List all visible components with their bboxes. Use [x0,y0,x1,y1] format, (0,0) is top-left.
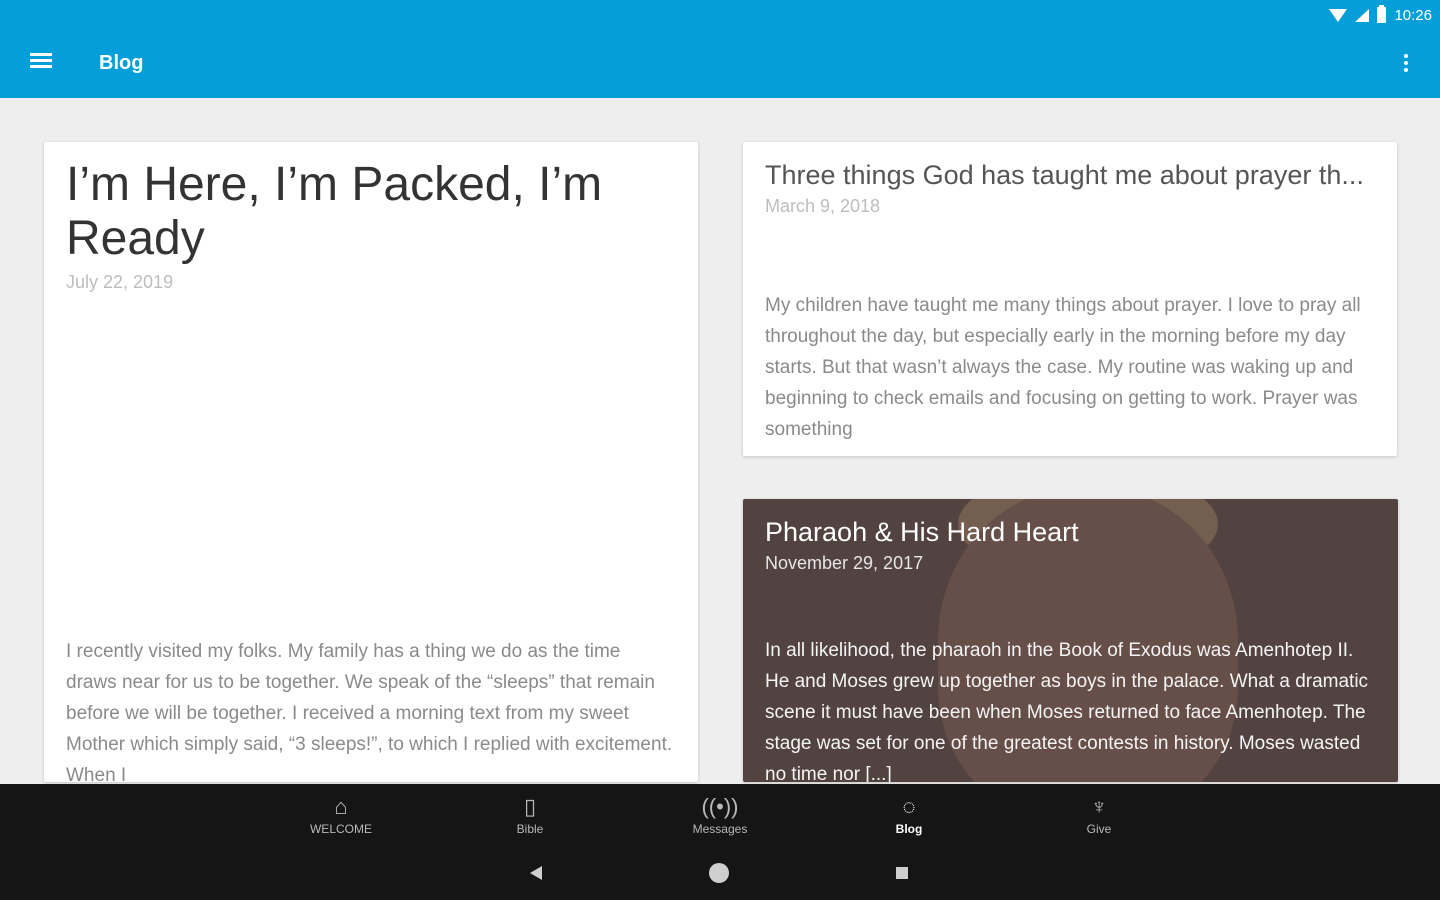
nav-label: Give [1086,822,1112,836]
post-excerpt: I recently visited my folks. My family h… [66,641,673,782]
post-title: Pharaoh & His Hard Heart [765,517,1079,547]
nav-item-messages[interactable]: ((•)) Messages [670,794,770,836]
nav-label: Blog [895,822,923,836]
signal-icon [1355,8,1370,22]
post-excerpt: My children have taught me many things a… [765,295,1361,440]
app-bar: 10:26 Blog [0,0,1440,98]
post-title: Three things God has taught me about pra… [765,160,1364,190]
post-date: July 22, 2019 [66,272,174,292]
post-card[interactable]: Pharaoh & His Hard Heart November 29, 20… [743,499,1398,782]
post-date: March 9, 2018 [765,196,881,216]
post-card[interactable]: Three things God has taught me about pra… [743,142,1397,456]
broadcast-icon: ((•)) [701,794,739,819]
post-excerpt: In all likelihood, the pharaoh in the Bo… [765,640,1369,782]
give-icon: ♆ [1090,794,1108,819]
status-time: 10:26 [1394,6,1432,24]
chat-bubble-icon: ◌ [902,794,916,819]
system-recents-icon[interactable] [896,867,908,879]
post-date: November 29, 2017 [765,553,924,573]
nav-item-welcome[interactable]: ⌂ WELCOME [291,794,391,836]
post-title: I’m Here, I’m Packed, I’m Ready [66,158,603,265]
nav-label: WELCOME [309,822,372,836]
home-icon: ⌂ [334,794,348,819]
more-options-icon[interactable] [1400,52,1412,76]
post-card[interactable]: I’m Here, I’m Packed, I’m Ready July 22,… [44,142,698,782]
book-icon: ▯ [523,794,537,819]
nav-label: Bible [516,822,544,836]
battery-icon [1377,5,1387,23]
system-home-icon[interactable] [709,863,729,883]
nav-item-bible[interactable]: ▯ Bible [480,794,580,836]
status-bar: 10:26 [1329,4,1432,26]
page-title: Blog [99,52,144,74]
nav-item-give[interactable]: ♆ Give [1049,794,1149,836]
menu-icon[interactable] [30,52,52,70]
nav-item-blog[interactable]: ◌ Blog [859,794,959,836]
wifi-icon [1329,8,1348,22]
system-back-icon[interactable] [530,866,542,880]
nav-label: Messages [692,822,748,836]
